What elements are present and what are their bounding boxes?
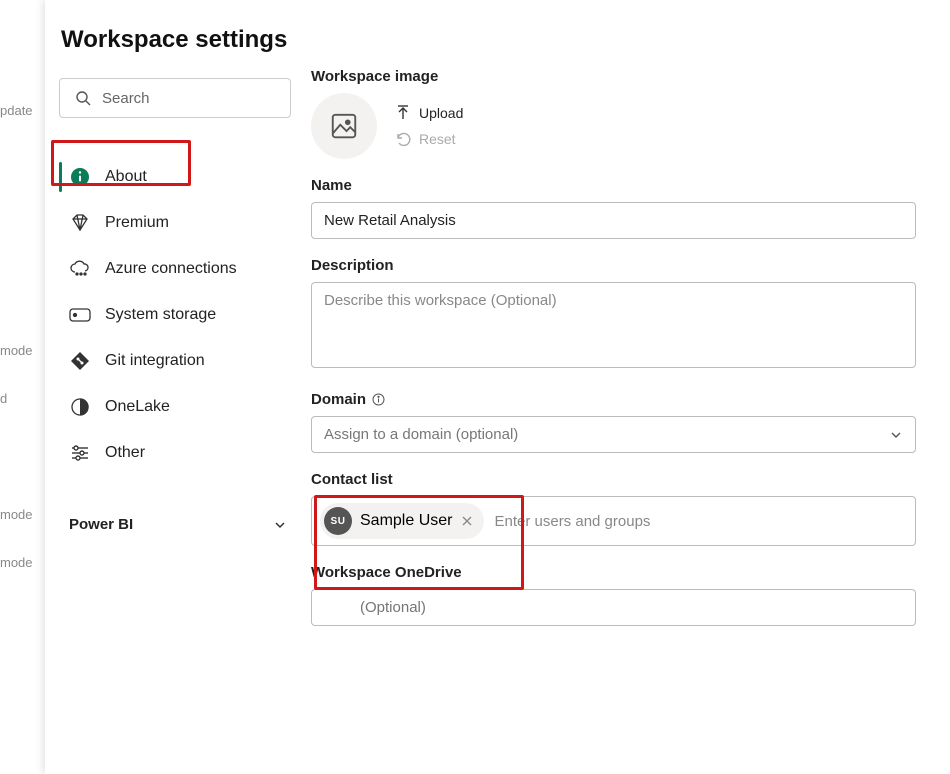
description-input[interactable] <box>311 282 916 368</box>
contact-text-input[interactable] <box>494 513 907 530</box>
reset-label: Reset <box>419 131 456 147</box>
nav-label: About <box>105 168 147 186</box>
git-icon <box>69 350 91 372</box>
nav-item-other[interactable]: Other <box>59 430 291 476</box>
nav-list: About Premium Azure connections <box>59 154 291 476</box>
onedrive-label: Workspace OneDrive <box>311 564 916 581</box>
search-box[interactable] <box>59 78 291 118</box>
bg-text: pdate <box>0 86 45 134</box>
nav-item-git[interactable]: Git integration <box>59 338 291 384</box>
cloud-icon <box>69 258 91 280</box>
nav-label: Premium <box>105 214 169 232</box>
info-icon <box>69 166 91 188</box>
powerbi-expander[interactable]: Power BI <box>59 510 291 539</box>
remove-contact-button[interactable] <box>460 514 474 528</box>
chevron-down-icon <box>889 428 903 442</box>
nav-label: System storage <box>105 306 216 324</box>
reset-button: Reset <box>395 131 463 147</box>
nav-label: Git integration <box>105 352 205 370</box>
name-input[interactable] <box>311 202 916 239</box>
nav-label: Azure connections <box>105 260 237 278</box>
bg-text: mode <box>0 538 45 586</box>
expander-label: Power BI <box>69 516 133 533</box>
nav-item-about[interactable]: About <box>59 154 291 200</box>
background-grid: pdate mode d mode mode <box>0 0 45 774</box>
storage-icon <box>69 304 91 326</box>
image-row: Upload Reset <box>311 93 916 159</box>
nav-item-premium[interactable]: Premium <box>59 200 291 246</box>
nav-label: Other <box>105 444 145 462</box>
nav-item-azure[interactable]: Azure connections <box>59 246 291 292</box>
domain-select[interactable]: Assign to a domain (optional) <box>311 416 916 453</box>
nav-item-storage[interactable]: System storage <box>59 292 291 338</box>
contact-pill: SU Sample User <box>320 503 484 539</box>
undo-icon <box>395 131 411 147</box>
contact-list-label: Contact list <box>311 471 916 488</box>
search-icon <box>72 87 94 109</box>
domain-placeholder: Assign to a domain (optional) <box>324 426 518 443</box>
bg-text: d <box>0 374 45 422</box>
nav-label: OneLake <box>105 398 170 416</box>
upload-icon <box>395 105 411 121</box>
description-label: Description <box>311 257 916 274</box>
diamond-icon <box>69 212 91 234</box>
bg-text: mode <box>0 490 45 538</box>
info-icon[interactable] <box>372 393 385 406</box>
search-input[interactable] <box>102 90 301 107</box>
sidebar: About Premium Azure connections <box>45 68 305 774</box>
upload-button[interactable]: Upload <box>395 105 463 121</box>
workspace-image-placeholder[interactable] <box>311 93 377 159</box>
avatar: SU <box>324 507 352 535</box>
chevron-down-icon <box>273 518 287 532</box>
upload-label: Upload <box>419 105 463 121</box>
bg-text: mode <box>0 326 45 374</box>
settings-panel: Workspace settings About <box>45 0 950 774</box>
form-content: Workspace image Upload <box>305 68 950 774</box>
sliders-icon <box>69 442 91 464</box>
name-label: Name <box>311 177 916 194</box>
contact-name: Sample User <box>360 512 452 530</box>
workspace-image-label: Workspace image <box>311 68 916 85</box>
domain-label: Domain <box>311 391 916 408</box>
nav-item-onelake[interactable]: OneLake <box>59 384 291 430</box>
onedrive-input[interactable] <box>311 589 916 626</box>
onelake-icon <box>69 396 91 418</box>
panel-title: Workspace settings <box>45 0 950 68</box>
contact-list-input[interactable]: SU Sample User <box>311 496 916 546</box>
